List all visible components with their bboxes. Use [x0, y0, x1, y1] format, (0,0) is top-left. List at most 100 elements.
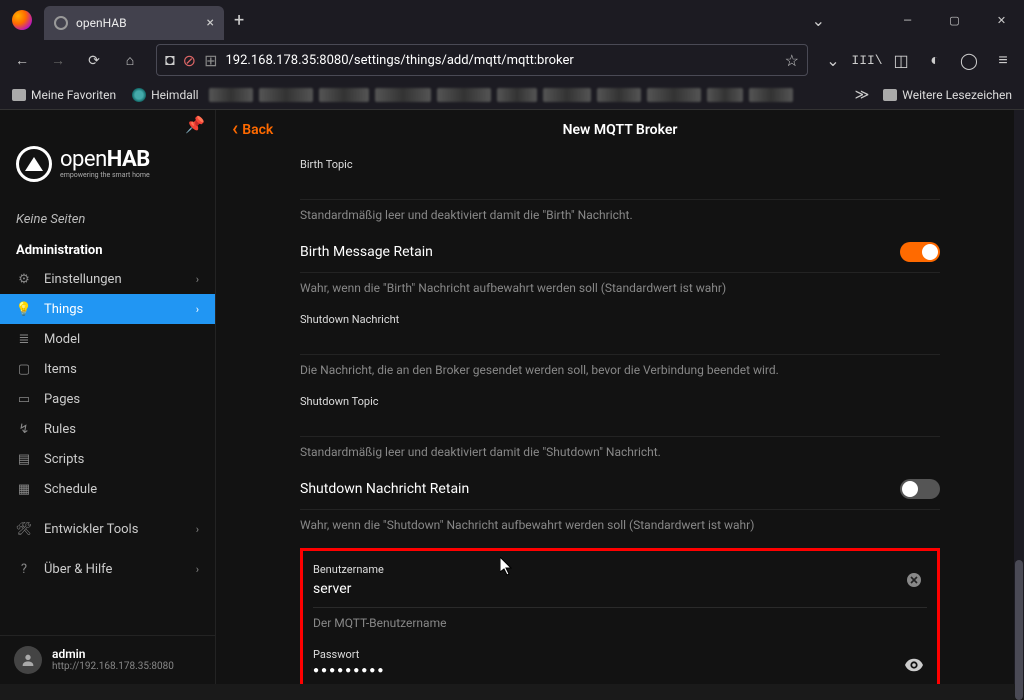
- logo[interactable]: openHAB empowering the smart home: [0, 138, 215, 202]
- field-shutdown-retain: Shutdown Nachricht Retain: [300, 469, 940, 510]
- topbar: Back New MQTT Broker: [216, 110, 1024, 150]
- lock-icon[interactable]: ⊘: [183, 51, 196, 70]
- tab-favicon-icon: [54, 16, 68, 30]
- window-maximize-button[interactable]: ▢: [932, 4, 977, 36]
- sidebar-icon[interactable]: ◫: [886, 45, 916, 75]
- sidebar-item-scripts[interactable]: ▤ Scripts: [0, 444, 215, 474]
- bookmark-favorites[interactable]: Meine Favoriten: [6, 85, 122, 105]
- field-shutdown-topic[interactable]: Shutdown Topic: [300, 387, 940, 437]
- username-input[interactable]: [313, 579, 927, 601]
- field-label: Shutdown Nachricht Retain: [300, 481, 469, 497]
- openhab-logo-icon: [16, 146, 52, 182]
- admin-header: Administration: [0, 233, 215, 264]
- account-icon[interactable]: ◯: [954, 45, 984, 75]
- scrollbar-track[interactable]: [1014, 110, 1024, 684]
- tabs-overflow-icon[interactable]: ⌄: [812, 11, 825, 30]
- tab-title: openHAB: [76, 16, 199, 30]
- library-icon[interactable]: III\: [852, 45, 882, 75]
- chevron-right-icon: ›: [196, 303, 199, 316]
- sidebar-item-items[interactable]: ▢ Items: [0, 354, 215, 384]
- no-pages-label: Keine Seiten: [0, 202, 215, 233]
- url-bar[interactable]: ◘ ⊘ ⊞ 192.168.178.35:8080/settings/thing…: [156, 44, 808, 76]
- field-shutdown-msg[interactable]: Shutdown Nachricht: [300, 305, 940, 355]
- field-birth-retain: Birth Message Retain: [300, 232, 940, 273]
- extension-icon[interactable]: ◐: [920, 45, 950, 75]
- field-label: Birth Topic: [300, 158, 940, 171]
- back-button[interactable]: Back: [232, 122, 273, 138]
- highlighted-credentials: Benutzername Der MQTT-Benutzername Passw…: [300, 548, 940, 684]
- nav-back-button[interactable]: ←: [6, 44, 38, 76]
- bulb-icon: 💡: [16, 301, 32, 317]
- url-text: 192.168.178.35:8080/settings/things/add/…: [225, 53, 776, 68]
- tab-close-icon[interactable]: ×: [207, 15, 214, 31]
- clear-icon[interactable]: [905, 571, 923, 589]
- main-panel: Back New MQTT Broker Birth Topic Standar…: [216, 110, 1024, 684]
- sidebar-item-settings[interactable]: ⚙ Einstellungen ›: [0, 264, 215, 294]
- field-label: Shutdown Topic: [300, 395, 940, 408]
- gear-icon: ⚙: [16, 271, 32, 287]
- sidebar-item-pages[interactable]: ▭ Pages: [0, 384, 215, 414]
- window-icon: ▭: [16, 391, 32, 407]
- content-scroll[interactable]: Birth Topic Standardmäßig leer und deakt…: [216, 150, 1024, 684]
- field-label: Passwort: [313, 648, 927, 661]
- toggle-shutdown-retain[interactable]: [900, 479, 940, 499]
- person-icon: [20, 652, 36, 668]
- field-label: Benutzername: [313, 563, 927, 576]
- window-close-button[interactable]: ✕: [979, 4, 1024, 36]
- field-help: Die Nachricht, die an den Broker gesende…: [300, 355, 940, 387]
- sidebar: 📌 openHAB empowering the smart home Kein…: [0, 110, 216, 684]
- password-input[interactable]: ●●●●●●●●●: [313, 663, 927, 680]
- eye-icon[interactable]: [905, 656, 923, 674]
- field-label: Birth Message Retain: [300, 244, 433, 260]
- sidebar-item-model[interactable]: ≣ Model: [0, 324, 215, 354]
- heimdall-icon: [132, 88, 146, 102]
- flow-icon: ↯: [16, 421, 32, 437]
- bookmarks-bar: Meine Favoriten Heimdall ≫ Weitere Lesez…: [0, 80, 1024, 110]
- sidebar-item-rules[interactable]: ↯ Rules: [0, 414, 215, 444]
- scrollbar-thumb[interactable]: [1015, 560, 1023, 700]
- bookmark-star-icon[interactable]: ☆: [785, 51, 799, 70]
- nav-home-button[interactable]: ⌂: [114, 44, 146, 76]
- calendar-icon: ▦: [16, 481, 32, 497]
- field-password[interactable]: Passwort ●●●●●●●●●: [313, 640, 927, 684]
- question-icon: ?: [16, 561, 32, 577]
- clipboard-icon: ▢: [16, 361, 32, 377]
- wrench-icon: 🛠: [16, 521, 32, 537]
- field-help: Wahr, wenn die "Shutdown" Nachricht aufb…: [300, 510, 940, 542]
- field-birth-topic[interactable]: Birth Topic: [300, 150, 940, 200]
- menu-icon[interactable]: ≡: [988, 45, 1018, 75]
- bookmark-other[interactable]: Weitere Lesezeichen: [877, 85, 1018, 105]
- browser-toolbar: ← → ⟳ ⌂ ◘ ⊘ ⊞ 192.168.178.35:8080/settin…: [0, 40, 1024, 80]
- bookmarks-overflow-icon[interactable]: ≫: [855, 87, 870, 103]
- pin-icon[interactable]: 📌: [185, 115, 205, 134]
- sidebar-item-devtools[interactable]: 🛠 Entwickler Tools ›: [0, 514, 215, 544]
- pocket-icon[interactable]: ⌄: [818, 45, 848, 75]
- chevron-right-icon: ›: [196, 523, 199, 536]
- nav-reload-button[interactable]: ⟳: [78, 44, 110, 76]
- browser-tab[interactable]: openHAB ×: [44, 6, 224, 40]
- sidebar-footer[interactable]: admin http://192.168.178.35:8080: [0, 635, 215, 684]
- field-label: Shutdown Nachricht: [300, 313, 940, 326]
- field-help: Wahr, wenn die "Birth" Nachricht aufbewa…: [300, 273, 940, 305]
- field-help: Standardmäßig leer und deaktiviert damit…: [300, 437, 940, 469]
- toggle-birth-retain[interactable]: [900, 242, 940, 262]
- sidebar-item-schedule[interactable]: ▦ Schedule: [0, 474, 215, 504]
- nav-forward-button[interactable]: →: [42, 44, 74, 76]
- sidebar-item-about[interactable]: ? Über & Hilfe ›: [0, 554, 215, 584]
- list-icon: ≣: [16, 331, 32, 347]
- sidebar-item-things[interactable]: 💡 Things ›: [0, 294, 215, 324]
- folder-icon: [883, 89, 897, 101]
- chevron-right-icon: ›: [196, 563, 199, 576]
- bookmark-heimdall[interactable]: Heimdall: [126, 85, 205, 105]
- new-tab-button[interactable]: +: [234, 10, 244, 31]
- field-username[interactable]: Benutzername: [313, 555, 927, 608]
- folder-icon: [12, 89, 26, 101]
- page-title: New MQTT Broker: [563, 122, 678, 138]
- footer-url: http://192.168.178.35:8080: [52, 661, 174, 673]
- brand-tagline: empowering the smart home: [60, 172, 150, 179]
- shield-icon[interactable]: ◘: [165, 50, 175, 70]
- window-minimize-button[interactable]: ―: [885, 4, 930, 36]
- footer-username: admin: [52, 647, 174, 661]
- firefox-logo-icon: [12, 10, 32, 30]
- permission-icon[interactable]: ⊞: [204, 51, 217, 70]
